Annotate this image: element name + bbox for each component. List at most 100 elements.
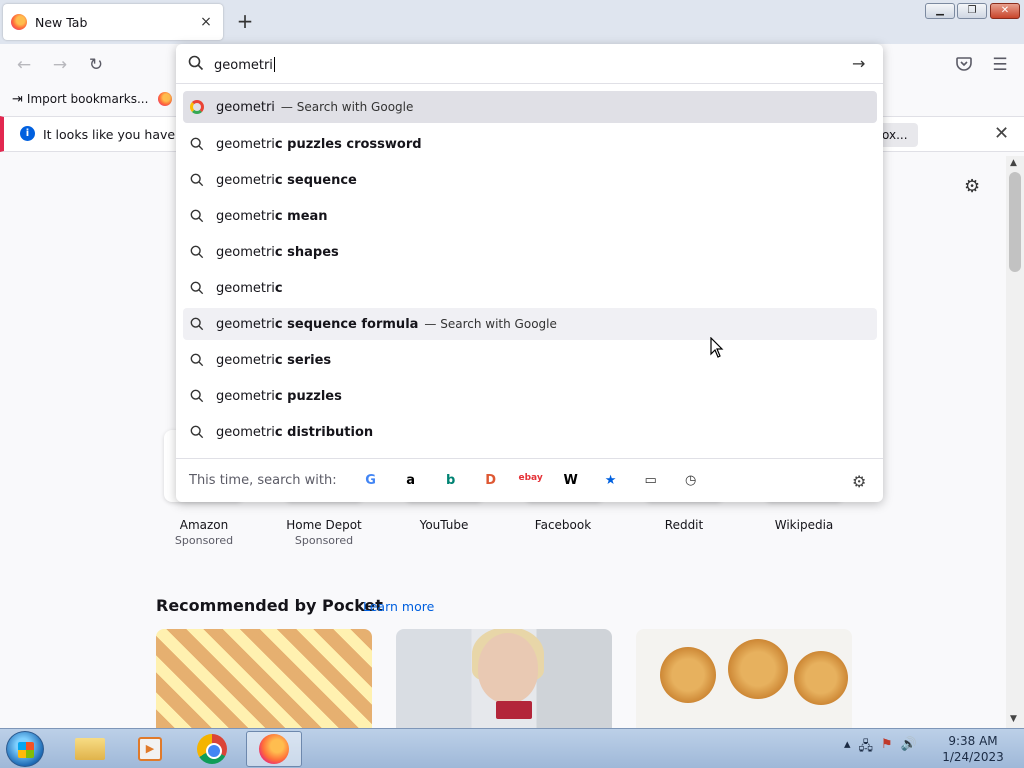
volume-icon[interactable]: 🔊 bbox=[901, 737, 917, 759]
suggestion-row[interactable]: geometri c sequence formula — Search with … bbox=[183, 308, 877, 340]
scrollbar[interactable]: ▲ ▼ bbox=[1006, 156, 1024, 728]
top-site-sponsored: Sponsored bbox=[294, 534, 354, 547]
google-icon bbox=[190, 99, 216, 115]
suggestion-typed-text: geometri bbox=[216, 99, 275, 115]
pocket-section-title: Recommended by Pocket bbox=[156, 596, 383, 615]
amazon-engine-icon[interactable]: a bbox=[391, 473, 431, 488]
suggestion-row[interactable]: geometri c shapes bbox=[183, 236, 877, 268]
tab-title: New Tab bbox=[35, 14, 88, 30]
close-window-button[interactable]: ✕ bbox=[990, 3, 1020, 19]
bookmark-import[interactable]: ⇥ Import bookmarks... bbox=[12, 92, 148, 107]
mouse-cursor-icon bbox=[710, 337, 724, 358]
address-bar-dropdown: geometri → geometri — Search with Google g… bbox=[176, 44, 883, 502]
suggestion-completion: c sequence bbox=[274, 172, 357, 188]
tabs-engine-icon[interactable]: ▭ bbox=[631, 473, 671, 488]
top-site-label[interactable]: YouTube bbox=[389, 518, 499, 532]
scroll-down-icon[interactable]: ▼ bbox=[1010, 714, 1017, 724]
top-site-label[interactable]: Reddit bbox=[629, 518, 739, 532]
suggestion-completion: c puzzles crossword bbox=[274, 136, 422, 152]
windows-logo-icon bbox=[18, 742, 34, 758]
suggestion-typed-text: geometri bbox=[216, 388, 275, 404]
top-site-sponsored: Sponsored bbox=[174, 534, 234, 547]
one-off-search-bar: This time, search with: Ga b Debay W ★ ▭ ◷ ⚙ bbox=[176, 458, 883, 502]
google-engine-icon[interactable]: G bbox=[351, 473, 391, 488]
suggestion-typed-text: geometri bbox=[216, 244, 275, 260]
search-settings-gear-icon[interactable]: ⚙ bbox=[852, 472, 866, 491]
top-site-label[interactable]: Wikipedia bbox=[749, 518, 859, 532]
new-tab-button[interactable]: + bbox=[232, 9, 258, 35]
pocket-story-image[interactable] bbox=[396, 629, 612, 729]
suggestion-row[interactable]: geometri c puzzles bbox=[183, 380, 877, 412]
search-icon bbox=[190, 424, 216, 440]
taskbar-media-player[interactable]: ▶ bbox=[122, 731, 178, 767]
suggestion-row[interactable]: geometri c sequence bbox=[183, 164, 877, 196]
pocket-icon[interactable] bbox=[953, 55, 975, 77]
action-center-flag-icon[interactable]: ⚑ bbox=[881, 737, 893, 759]
suggestion-row[interactable]: geometri c distribution bbox=[183, 416, 877, 448]
info-icon: i bbox=[20, 126, 35, 141]
firefox-icon bbox=[11, 14, 27, 30]
photo-element bbox=[794, 651, 848, 705]
duckduckgo-engine-icon[interactable]: D bbox=[471, 473, 511, 488]
photo-element bbox=[660, 647, 716, 703]
suggestion-row[interactable]: geometri c mean bbox=[183, 200, 877, 232]
search-icon bbox=[190, 388, 216, 404]
restore-button[interactable]: ❐ bbox=[957, 3, 987, 19]
ebay-engine-icon[interactable]: ebay bbox=[511, 473, 551, 488]
address-input[interactable]: geometri → bbox=[176, 44, 883, 84]
taskbar-explorer[interactable] bbox=[62, 731, 118, 767]
pocket-story-image[interactable] bbox=[636, 629, 852, 729]
suggestion-row[interactable]: geometri c series bbox=[183, 344, 877, 376]
forward-icon[interactable]: → bbox=[49, 55, 71, 77]
taskbar-firefox[interactable] bbox=[246, 731, 302, 767]
search-icon bbox=[190, 208, 216, 224]
search-icon bbox=[190, 136, 216, 152]
photo-element bbox=[496, 701, 532, 719]
close-notification-icon[interactable]: ✕ bbox=[994, 123, 1009, 144]
pocket-learn-more-link[interactable]: Learn more bbox=[363, 599, 434, 614]
network-icon[interactable]: 🖧 bbox=[859, 737, 874, 759]
taskbar-clock[interactable]: 9:38 AM 1/24/2023 bbox=[938, 733, 1008, 765]
top-site-label[interactable]: Amazon bbox=[149, 518, 259, 532]
firefox-icon bbox=[158, 92, 173, 106]
hamburger-menu-icon[interactable]: ☰ bbox=[989, 55, 1011, 77]
suggestion-typed-text: geometri bbox=[216, 208, 275, 224]
close-tab-icon[interactable]: × bbox=[197, 14, 215, 30]
scroll-up-icon[interactable]: ▲ bbox=[1010, 158, 1017, 168]
suggestion-completion: c puzzles bbox=[274, 388, 342, 404]
reload-icon[interactable]: ↻ bbox=[85, 55, 107, 77]
back-icon[interactable]: ← bbox=[13, 55, 35, 77]
search-with-label: This time, search with: bbox=[189, 473, 337, 488]
import-icon: ⇥ bbox=[12, 91, 23, 107]
show-hidden-icons-icon[interactable]: ▴ bbox=[844, 737, 851, 759]
suggestion-completion: c mean bbox=[274, 208, 328, 224]
pocket-story-image[interactable] bbox=[156, 629, 372, 729]
suggestion-completion: c shapes bbox=[274, 244, 339, 260]
suggestion-row[interactable]: geometri — Search with Google bbox=[183, 91, 877, 123]
go-arrow-icon[interactable]: → bbox=[852, 54, 865, 73]
suggestion-engine-note: — Search with Google bbox=[424, 317, 557, 331]
top-site-label[interactable]: Facebook bbox=[508, 518, 618, 532]
suggestion-completion: c series bbox=[274, 352, 332, 368]
media-player-icon: ▶ bbox=[138, 737, 162, 761]
minimize-button[interactable]: ▁ bbox=[925, 3, 955, 19]
tab-new-tab[interactable]: New Tab × bbox=[3, 4, 223, 40]
scrollbar-thumb[interactable] bbox=[1009, 172, 1021, 272]
history-engine-icon[interactable]: ◷ bbox=[671, 473, 711, 488]
tab-strip: New Tab × + ▁ ❐ ✕ bbox=[0, 0, 1024, 44]
suggestion-engine-note: — Search with Google bbox=[280, 100, 414, 114]
search-icon bbox=[190, 352, 216, 368]
suggestion-row[interactable]: geometri c bbox=[183, 272, 877, 304]
suggestion-row[interactable]: geometri c puzzles crossword bbox=[183, 128, 877, 160]
bookmark-label: Import bookmarks... bbox=[26, 92, 149, 106]
bookmarks-engine-icon[interactable]: ★ bbox=[591, 473, 631, 488]
suggestion-typed-text: geometri bbox=[216, 280, 275, 296]
search-icon bbox=[190, 172, 216, 188]
start-button[interactable] bbox=[6, 731, 44, 767]
bing-engine-icon[interactable]: b bbox=[431, 473, 471, 488]
wikipedia-engine-icon[interactable]: W bbox=[551, 473, 591, 488]
page-settings-gear-icon[interactable]: ⚙ bbox=[964, 176, 980, 197]
firefox-icon bbox=[259, 734, 289, 764]
taskbar-chrome[interactable] bbox=[184, 731, 240, 767]
top-site-label[interactable]: Home Depot bbox=[269, 518, 379, 532]
